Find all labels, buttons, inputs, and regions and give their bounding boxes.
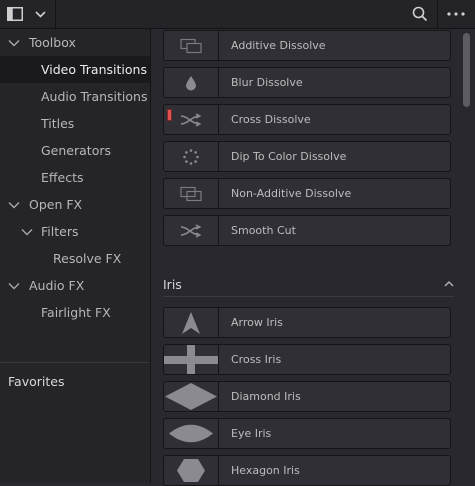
chevron-down-icon[interactable] [33, 7, 47, 21]
chevron-down-icon[interactable] [21, 226, 33, 238]
transition-item[interactable]: Dip To Color Dissolve [163, 141, 451, 172]
chevron-down-icon[interactable] [8, 280, 20, 292]
additive-dissolve-icon [164, 31, 219, 60]
search-icon[interactable] [411, 5, 429, 23]
sidebar-item-label: Effects [41, 170, 84, 185]
overlap-frames-icon [164, 179, 219, 208]
transition-label: Hexagon Iris [231, 464, 300, 477]
sidebar-item-generators[interactable]: Generators [0, 137, 150, 164]
transition-label: Cross Dissolve [231, 113, 311, 126]
arrow-shape-icon [164, 308, 219, 337]
transition-item[interactable]: Diamond Iris [163, 381, 451, 412]
more-options-icon[interactable] [445, 7, 467, 21]
toolbar [0, 0, 475, 29]
sidebar-item-audio-fx[interactable]: Audio FX [0, 272, 150, 299]
transition-item[interactable]: Smooth Cut [163, 215, 451, 246]
transition-label: Blur Dissolve [231, 76, 303, 89]
chevron-down-icon[interactable] [8, 37, 20, 49]
chevron-up-icon[interactable] [444, 280, 454, 287]
sidebar-item-label: Audio FX [29, 278, 85, 293]
sidebar-item-filters[interactable]: Filters [0, 218, 150, 245]
drop-icon [164, 68, 219, 97]
sidebar-item-video-transitions[interactable]: Video Transitions [0, 56, 150, 83]
sidebar-item-label: Fairlight FX [41, 305, 111, 320]
sidebar-item-label: Generators [41, 143, 111, 158]
transition-label: Diamond Iris [231, 390, 301, 403]
transition-label: Dip To Color Dissolve [231, 150, 347, 163]
sidebar-item-resolve-fx[interactable]: Resolve FX [0, 245, 150, 272]
panel-toggle-icon[interactable] [6, 5, 24, 23]
transition-label: Arrow Iris [231, 316, 283, 329]
transition-label: Additive Dissolve [231, 39, 326, 52]
transition-item[interactable]: Hexagon Iris [163, 455, 451, 486]
sidebar-item-titles[interactable]: Titles [0, 110, 150, 137]
sidebar-item-label: Video Transitions [41, 62, 147, 77]
sidebar: Toolbox Video Transitions Audio Transiti… [0, 29, 151, 483]
sidebar-item-label: Toolbox [29, 35, 76, 50]
sidebar-item-open-fx[interactable]: Open FX [0, 191, 150, 218]
sidebar-item-fairlight-fx[interactable]: Fairlight FX [0, 299, 150, 326]
sidebar-item-label: Audio Transitions [41, 89, 148, 104]
transition-label: Smooth Cut [231, 224, 296, 237]
transition-label: Cross Iris [231, 353, 282, 366]
transitions-list: Additive Dissolve Blur Dissolve Cross Di… [151, 29, 475, 486]
sidebar-item-audio-transitions[interactable]: Audio Transitions [0, 83, 150, 110]
transition-item[interactable]: Eye Iris [163, 418, 451, 449]
transition-item[interactable]: Blur Dissolve [163, 67, 451, 98]
cross-shape-icon [164, 345, 219, 374]
divider [0, 362, 150, 363]
divider [163, 296, 454, 297]
transition-label: Eye Iris [231, 427, 272, 440]
section-title: Iris [163, 277, 182, 292]
diamond-shape-icon [164, 382, 219, 411]
cross-arrows-icon [164, 216, 219, 245]
sidebar-item-effects[interactable]: Effects [0, 164, 150, 191]
dots-circle-icon [164, 142, 219, 171]
sidebar-item-label: Open FX [29, 197, 83, 212]
sidebar-item-label: Filters [41, 224, 79, 239]
scrollbar[interactable] [463, 33, 470, 107]
eye-shape-icon [164, 419, 219, 448]
marker-badge [167, 109, 172, 121]
section-header-iris[interactable]: Iris [163, 275, 454, 297]
favorites-heading[interactable]: Favorites [8, 374, 64, 389]
hexagon-shape-icon [164, 456, 219, 485]
transition-label: Non-Additive Dissolve [231, 187, 352, 200]
cross-arrows-icon [164, 105, 219, 134]
transition-item[interactable]: Arrow Iris [163, 307, 451, 338]
transition-item[interactable]: Cross Dissolve [163, 104, 451, 135]
chevron-down-icon[interactable] [8, 199, 20, 211]
transition-item[interactable]: Cross Iris [163, 344, 451, 375]
sidebar-item-toolbox[interactable]: Toolbox [0, 29, 150, 56]
sidebar-item-label: Resolve FX [53, 251, 122, 266]
transition-item[interactable]: Non-Additive Dissolve [163, 178, 451, 209]
transition-item[interactable]: Additive Dissolve [163, 30, 451, 61]
sidebar-item-label: Titles [41, 116, 75, 131]
